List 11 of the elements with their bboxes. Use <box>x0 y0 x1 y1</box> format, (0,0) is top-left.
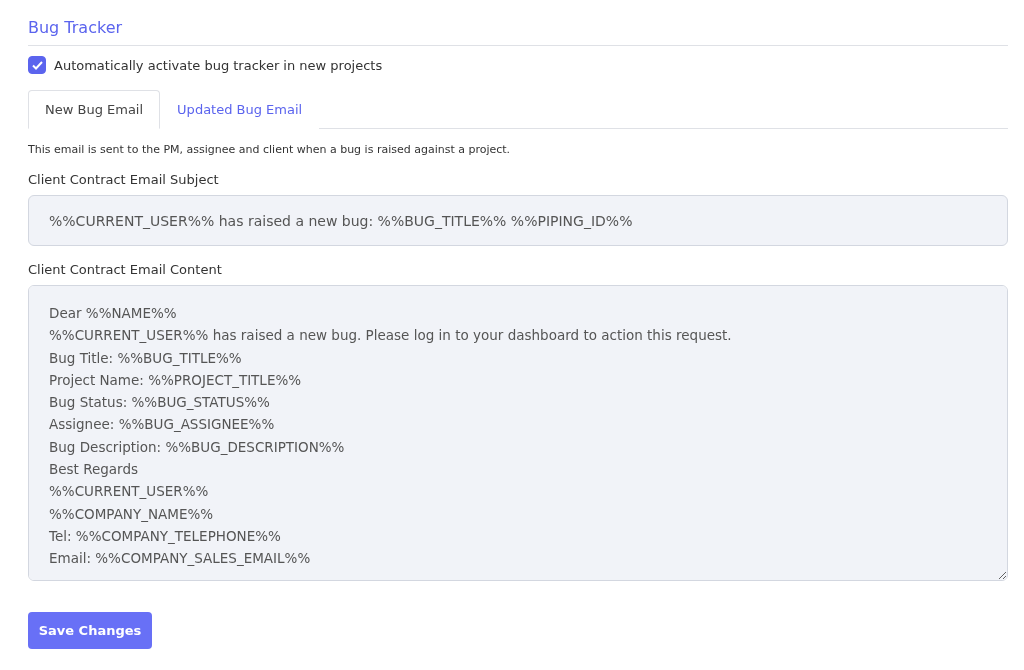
check-icon <box>31 60 43 70</box>
save-button[interactable]: Save Changes <box>28 612 152 649</box>
tab[interactable]: New Bug Email <box>28 90 161 129</box>
section-title: Bug Tracker <box>28 18 1008 46</box>
field-label: Client Contract Email Content <box>28 262 223 277</box>
content-textarea[interactable]: Dear %%NAME%% %%CURRENT_USER%% has raised a new bug. Please log in to your dashboard to action this request. Bug Title: %%BUG_TITLE%% Project Name: %%PROJECT_TITLE%% Bug Status: %%BUG_STATUS%% Assignee: %%BUG_ASSIGNEE%% Bug Description: %%BUG_DESCRIPTION%% Best Regards %%CURRENT_USER%% %%COMPANY_NAME%% Tel: %%COMPANY_TELEPHONE%% Email: %%COMPANY_SALES_EMAIL%% <box>28 285 1008 581</box>
checkbox-label: Automatically activate bug tracker in new projects <box>54 57 383 73</box>
field-label: Client Contract Email Subject <box>28 172 220 187</box>
subject-field[interactable]: %%CURRENT_USER%% has raised a new bug: %%BUG_TITLE%% %%PIPING_ID%% <box>28 195 1008 246</box>
description-text: This email is sent to the PM, assignee and client when a bug is raised against a project. <box>28 143 512 156</box>
checkbox[interactable] <box>28 56 46 74</box>
